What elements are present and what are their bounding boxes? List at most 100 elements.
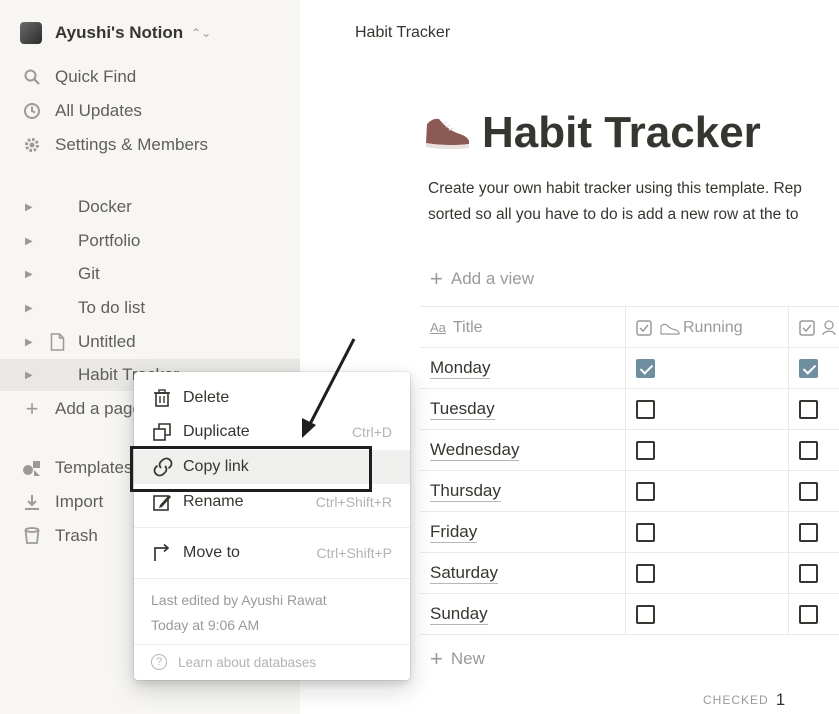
third-habit-checkbox[interactable] [799, 605, 818, 624]
day-cell[interactable]: Friday [430, 512, 625, 553]
sidebar-page-git[interactable]: ▶ Git [0, 258, 300, 290]
menu-item-label: Delete [183, 389, 230, 406]
sidebar-page-label: To do list [78, 298, 146, 317]
running-checkbox[interactable] [636, 564, 655, 583]
menu-item-duplicate[interactable]: Duplicate Ctrl+D [134, 415, 410, 449]
checkbox-property-icon [636, 319, 652, 336]
expand-toggle-icon[interactable]: ▶ [25, 337, 33, 348]
day-label[interactable]: Monday [430, 358, 491, 379]
table-row[interactable]: Wednesday [420, 430, 839, 471]
menu-item-move-to[interactable]: Move to Ctrl+Shift+P [134, 536, 410, 570]
third-habit-checkbox[interactable] [799, 441, 818, 460]
menu-item-delete[interactable]: Delete [134, 381, 410, 415]
column-header-label: Running [683, 318, 743, 336]
table-row[interactable]: Sunday [420, 594, 839, 635]
sidebar-page-todo[interactable]: ▶ To do list [0, 292, 300, 324]
day-label[interactable]: Sunday [430, 604, 488, 625]
sidebar-item-trash[interactable]: Trash [22, 523, 98, 549]
import-icon [22, 492, 42, 512]
last-edited-time: Today at 9:06 AM [151, 617, 260, 633]
trash-icon [22, 526, 42, 546]
day-cell[interactable]: Sunday [430, 594, 625, 635]
menu-item-shortcut: Ctrl+Shift+P [316, 545, 392, 561]
clock-icon [22, 101, 42, 121]
sidebar-item-all-updates[interactable]: All Updates [22, 98, 142, 124]
table-row[interactable]: Thursday [420, 471, 839, 512]
table-row[interactable]: Friday [420, 512, 839, 553]
new-row-button[interactable]: + New [430, 648, 485, 670]
learn-label: Learn about databases [178, 654, 317, 670]
day-cell[interactable]: Monday [430, 348, 625, 389]
table-row[interactable]: Saturday [420, 553, 839, 594]
expand-toggle-icon[interactable]: ▶ [25, 202, 33, 213]
plus-icon: + [25, 396, 39, 421]
sneaker-icon[interactable] [423, 110, 471, 159]
day-label[interactable]: Friday [430, 522, 478, 543]
page-context-menu: Delete Duplicate Ctrl+D Copy link Rename… [134, 372, 410, 680]
expand-toggle-icon[interactable]: ▶ [25, 236, 33, 247]
sidebar-item-settings[interactable]: Settings & Members [22, 132, 208, 158]
learn-databases-link[interactable]: ? Learn about databases [151, 654, 316, 670]
running-checkbox[interactable] [636, 482, 655, 501]
day-cell[interactable]: Tuesday [430, 389, 625, 430]
day-cell[interactable]: Saturday [430, 553, 625, 594]
table-row[interactable]: Monday [420, 348, 839, 389]
sidebar-item-quick-find[interactable]: Quick Find [22, 64, 136, 90]
table-row[interactable]: Tuesday [420, 389, 839, 430]
column-header-third[interactable] [788, 307, 839, 348]
column-header-running[interactable]: Running [625, 307, 788, 348]
menu-divider [134, 578, 410, 579]
checked-value: 1 [775, 690, 786, 709]
expand-toggle-icon[interactable]: ▶ [25, 269, 33, 280]
running-checkbox[interactable] [636, 441, 655, 460]
running-checkbox[interactable] [636, 523, 655, 542]
workspace-switcher[interactable]: Ayushi's Notion ⌃⌄ [20, 20, 211, 46]
third-habit-checkbox[interactable] [799, 564, 818, 583]
add-page-button[interactable]: + Add a page [22, 396, 142, 422]
annotation-highlight-box [130, 446, 372, 492]
sidebar-page-portfolio[interactable]: ▶ Portfolio [0, 225, 300, 257]
rename-icon [152, 492, 172, 512]
running-checkbox[interactable] [636, 400, 655, 419]
third-habit-checkbox[interactable] [799, 482, 818, 501]
third-habit-checkbox[interactable] [799, 359, 818, 378]
person-emoji-icon [822, 319, 836, 336]
gear-icon [22, 135, 42, 155]
third-habit-checkbox[interactable] [799, 523, 818, 542]
sidebar-page-docker[interactable]: ▶ Docker [0, 191, 300, 223]
sidebar-page-untitled[interactable]: ▶ Untitled [0, 326, 300, 358]
day-label[interactable]: Wednesday [430, 440, 520, 461]
day-cell[interactable]: Thursday [430, 471, 625, 512]
page-title[interactable]: Habit Tracker [482, 108, 761, 158]
running-checkbox[interactable] [636, 605, 655, 624]
running-checkbox[interactable] [636, 359, 655, 378]
search-icon [22, 67, 42, 87]
column-header-title[interactable]: Aa Title [430, 307, 625, 348]
chevron-up-down-icon: ⌃⌄ [191, 26, 212, 40]
running-cell [625, 430, 788, 471]
duplicate-icon [152, 422, 172, 442]
add-view-button[interactable]: + Add a view [430, 268, 534, 290]
running-cell [625, 512, 788, 553]
workspace-avatar [20, 22, 42, 44]
sidebar-item-import[interactable]: Import [22, 489, 103, 515]
text-property-icon: Aa [430, 320, 446, 335]
shoe-emoji-icon [660, 321, 680, 335]
column-header-label: Title [452, 318, 483, 336]
sidebar-page-label: Untitled [78, 332, 136, 351]
day-label[interactable]: Saturday [430, 563, 499, 584]
day-cell[interactable]: Wednesday [430, 430, 625, 471]
expand-toggle-icon[interactable]: ▶ [25, 303, 33, 314]
day-label[interactable]: Tuesday [430, 399, 495, 420]
third-habit-cell [788, 471, 839, 512]
checked-count-summary[interactable]: CHECKED 1 [703, 690, 785, 710]
page-description[interactable]: Create your own habit tracker using this… [428, 176, 839, 228]
day-label[interactable]: Thursday [430, 481, 501, 502]
expand-toggle-icon[interactable]: ▶ [25, 370, 33, 381]
third-habit-checkbox[interactable] [799, 400, 818, 419]
third-habit-cell [788, 553, 839, 594]
sidebar-item-templates[interactable]: Templates [22, 455, 132, 481]
breadcrumb-title[interactable]: Habit Tracker [355, 24, 450, 42]
sidebar-item-label: Import [55, 492, 104, 511]
sidebar-item-label: Trash [55, 526, 98, 545]
